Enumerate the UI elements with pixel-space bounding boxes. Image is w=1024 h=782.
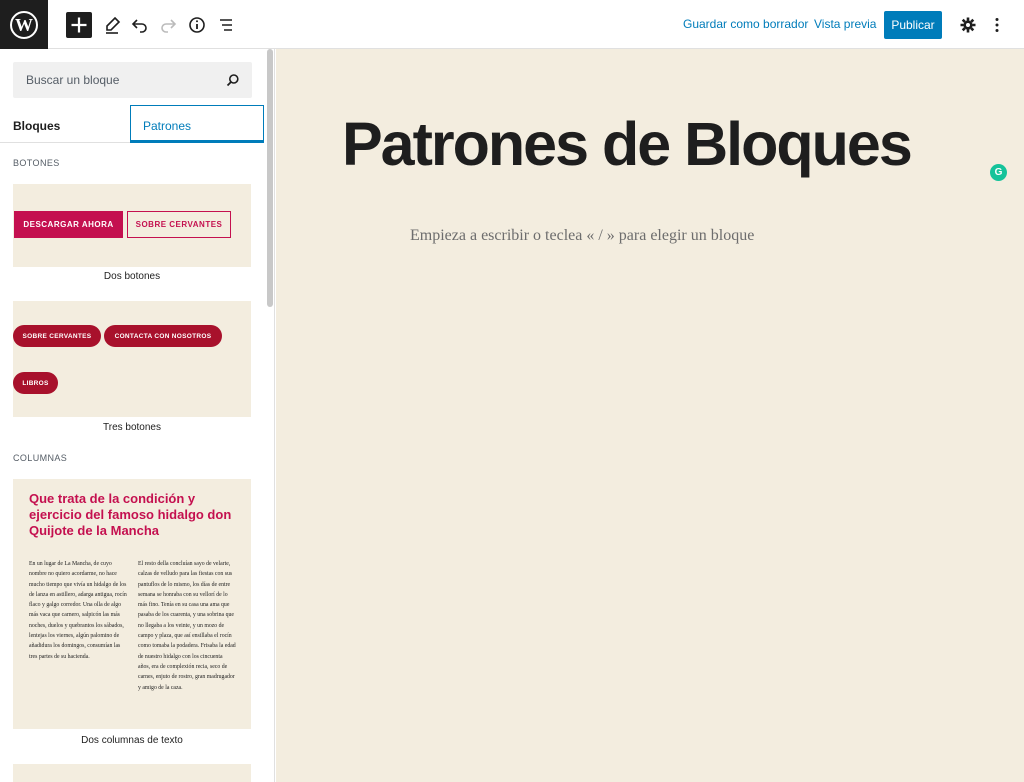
pattern-pill-button: SOBRE CERVANTES [13, 325, 101, 347]
block-search-input[interactable]: Buscar un bloque [13, 62, 252, 98]
search-placeholder: Buscar un bloque [26, 73, 120, 87]
undo-button[interactable] [127, 12, 153, 38]
pattern-label: Tres botones [103, 422, 161, 433]
pattern-preview-three-buttons[interactable]: SOBRE CERVANTES CONTACTA CON NOSOTROS LI… [13, 301, 251, 417]
more-options-button[interactable] [984, 12, 1010, 38]
pattern-button-primary: DESCARGAR AHORA [14, 211, 123, 238]
pattern-label: Dos columnas de texto [81, 735, 183, 746]
vertical-ellipsis-icon [995, 18, 999, 32]
undo-icon [131, 19, 147, 33]
preview-button[interactable]: Vista previa [814, 17, 876, 31]
pattern-pill-button: LIBROS [13, 372, 58, 394]
pattern-pill-button: CONTACTA CON NOSOTROS [104, 325, 222, 347]
pattern-preview-two-buttons[interactable]: DESCARGAR AHORA SOBRE CERVANTES [13, 184, 251, 267]
tools-button[interactable] [99, 12, 125, 38]
pattern-column-text: El resto della concluían sayo de velarte… [138, 561, 236, 691]
plus-icon [71, 17, 87, 33]
search-icon [226, 74, 239, 87]
category-heading: BOTONES [13, 158, 60, 168]
grammarly-icon[interactable]: G [990, 164, 1007, 181]
info-icon [189, 17, 205, 33]
tab-patrones[interactable]: Patrones [130, 105, 264, 143]
pattern-column-text: En un lugar de La Mancha, de cuyo nombre… [29, 561, 127, 660]
pattern-column-title: Que trata de la condición y ejercicio de… [29, 491, 232, 538]
save-draft-button[interactable]: Guardar como borrador [683, 17, 808, 31]
gear-icon [960, 17, 976, 33]
pattern-preview-two-columns[interactable]: Que trata de la condición y ejercicio de… [13, 479, 251, 729]
sidebar-scrollbar[interactable] [267, 49, 273, 307]
list-view-icon [220, 19, 232, 31]
wordpress-logo-icon: W [10, 10, 38, 39]
redo-button[interactable] [155, 12, 181, 38]
tab-bloques[interactable]: Bloques [13, 119, 60, 133]
post-title[interactable]: Patrones de Bloques [342, 109, 913, 179]
details-button[interactable] [184, 12, 210, 38]
add-block-button[interactable] [66, 12, 92, 38]
block-inserter-panel: Buscar un bloque Bloques Patrones BOTONE… [0, 49, 275, 782]
redo-icon [161, 19, 177, 33]
settings-button[interactable] [955, 12, 981, 38]
pencil-icon [106, 16, 121, 34]
publish-button[interactable]: Publicar [884, 11, 942, 39]
block-placeholder[interactable]: Empieza a escribir o teclea « / » para e… [410, 227, 754, 245]
editor-top-bar: W Guardar como borrador Vista previa Pub… [0, 0, 1024, 49]
inserter-tabs: Bloques Patrones [0, 105, 264, 143]
wordpress-logo-button[interactable]: W [0, 0, 48, 49]
pattern-label: Dos botones [103, 271, 161, 282]
editor-canvas: Patrones de Bloques G Empieza a escribir… [276, 49, 1024, 782]
pattern-button-outline: SOBRE CERVANTES [127, 211, 231, 238]
category-heading: COLUMNAS [13, 453, 68, 463]
outline-button[interactable] [213, 12, 239, 38]
pattern-preview-next[interactable] [13, 764, 251, 782]
